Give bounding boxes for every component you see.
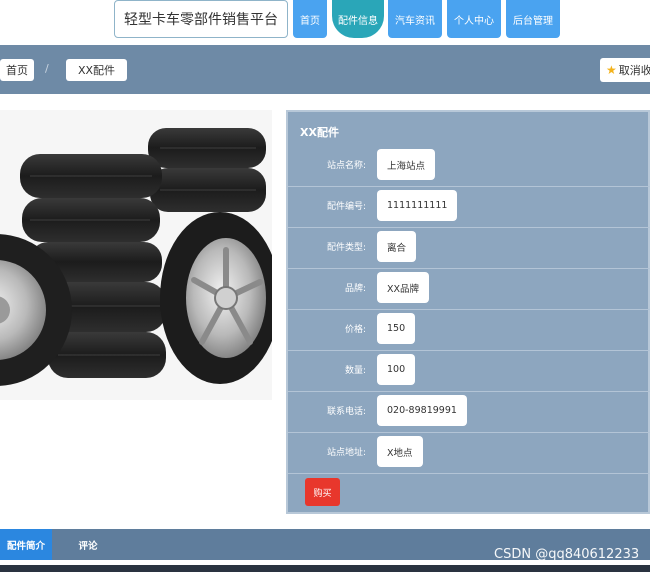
field-label: 价格: [344, 325, 366, 335]
breadcrumb-home[interactable]: 首页 [0, 59, 34, 81]
cancel-favorite-label: 取消收藏 [618, 64, 650, 77]
detail-row-price: 价格: 150 [288, 309, 650, 351]
field-value: X地点 [377, 436, 423, 467]
field-value: XX品牌 [377, 272, 430, 303]
nav-personal-center[interactable]: 个人中心 [447, 0, 501, 38]
detail-row-part-type: 配件类型: 离合 [288, 227, 650, 269]
field-label: 配件编号: [326, 202, 366, 212]
field-label: 品牌: [344, 284, 366, 294]
buy-label: 购买 [313, 488, 332, 499]
detail-row-address: 站点地址: X地点 [288, 432, 650, 474]
breadcrumb-separator: / [45, 62, 49, 75]
nav-parts-info[interactable]: 配件信息 [332, 0, 384, 38]
product-image [0, 110, 272, 400]
bottom-divider [0, 565, 650, 572]
field-value: 上海站点 [377, 149, 436, 180]
breadcrumb-current: XX配件 [66, 59, 127, 81]
top-header: 轻型卡车零部件销售平台 首页 配件信息 汽车资讯 个人中心 后台管理 [0, 0, 650, 42]
nav-car-news[interactable]: 汽车资讯 [388, 0, 442, 38]
cancel-favorite-button[interactable]: ★ 取消收藏 [600, 58, 650, 82]
detail-row-quantity: 数量: 100 [288, 350, 650, 392]
field-label: 数量: [344, 366, 366, 376]
tab-part-intro[interactable]: 配件简介 [0, 529, 52, 560]
field-label: 站点名称: [326, 161, 366, 171]
detail-row-part-number: 配件编号: 1111111111 [288, 186, 650, 228]
product-detail-panel: XX配件 站点名称: 上海站点 配件编号: 1111111111 配件类型: 离… [286, 110, 650, 514]
buy-button[interactable]: 购买 [305, 478, 340, 506]
field-value: 100 [377, 354, 416, 385]
field-label: 站点地址: [326, 448, 366, 458]
detail-title: XX配件 [300, 126, 339, 139]
nav-home[interactable]: 首页 [293, 0, 327, 38]
star-icon: ★ [606, 63, 617, 77]
site-title[interactable]: 轻型卡车零部件销售平台 [114, 0, 288, 38]
field-value: 020-89819991 [377, 395, 467, 426]
detail-row-station-name: 站点名称: 上海站点 [288, 145, 650, 187]
field-value: 1111111111 [377, 190, 458, 221]
detail-row-brand: 品牌: XX品牌 [288, 268, 650, 310]
tab-comments[interactable]: 评论 [62, 529, 114, 560]
detail-row-phone: 联系电话: 020-89819991 [288, 391, 650, 433]
watermark: CSDN @qq840612233 [494, 547, 640, 562]
breadcrumb: 首页 / XX配件 [0, 45, 650, 94]
field-value: 150 [377, 313, 416, 344]
tire-stack-illustration [0, 128, 272, 386]
nav-admin[interactable]: 后台管理 [506, 0, 560, 38]
field-label: 配件类型: [326, 243, 366, 253]
field-value: 离合 [377, 231, 417, 262]
field-label: 联系电话: [326, 407, 366, 417]
